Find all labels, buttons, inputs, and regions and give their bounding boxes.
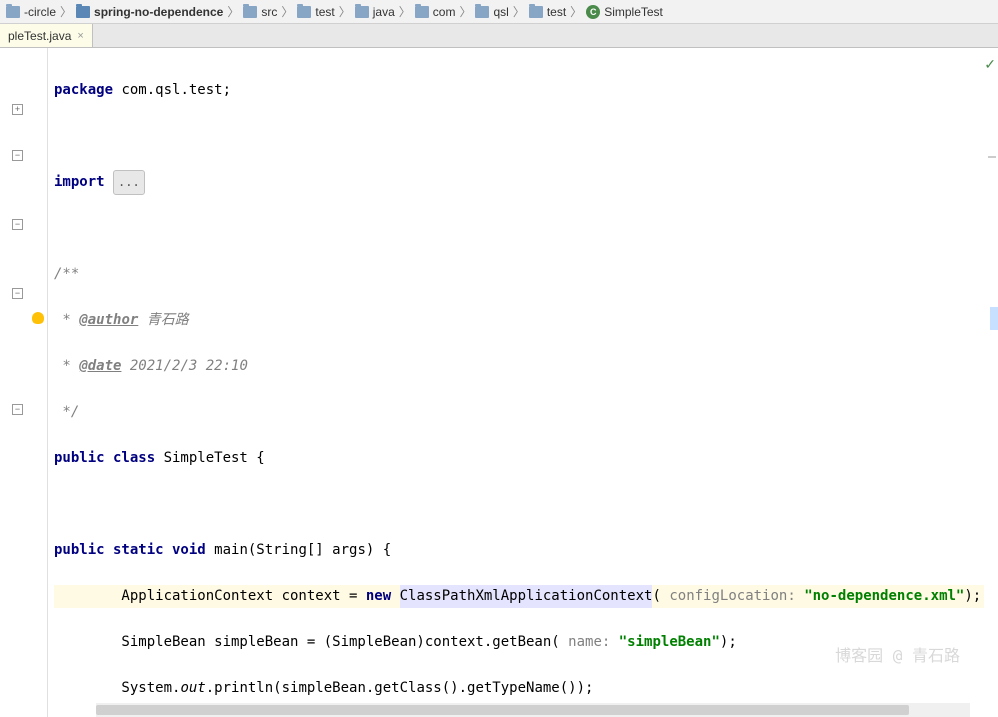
check-icon: ✓ <box>984 56 996 73</box>
horizontal-scrollbar[interactable] <box>96 703 970 717</box>
breadcrumb-sep: 〉 <box>227 3 239 20</box>
fold-placeholder[interactable]: ... <box>113 170 145 195</box>
code-kw: package <box>54 79 113 102</box>
breadcrumb-sep: 〉 <box>339 3 351 20</box>
breadcrumb-item-com[interactable]: com <box>413 5 458 19</box>
right-gutter[interactable]: ✓ <box>984 48 998 717</box>
code-text: System. <box>54 677 180 700</box>
breadcrumb-item-test[interactable]: test <box>295 5 336 19</box>
breadcrumb-label: qsl <box>493 5 508 19</box>
code-text: SimpleTest { <box>164 447 265 470</box>
code-param: configLocation: <box>661 585 804 608</box>
code-doctag: @author <box>79 309 138 332</box>
tab-simpletest[interactable]: pleTest.java × <box>0 24 93 47</box>
breadcrumb-item-class[interactable]: C SimpleTest <box>584 5 665 19</box>
code-text: ); <box>720 631 737 654</box>
code-field: out <box>180 677 205 700</box>
breadcrumb-item-java[interactable]: java <box>353 5 397 19</box>
folder-icon <box>6 6 20 18</box>
code-kw: import <box>54 171 113 194</box>
breadcrumb-sep: 〉 <box>513 3 525 20</box>
scrollbar-thumb[interactable] <box>96 705 909 715</box>
code-string: "no-dependence.xml" <box>804 585 964 608</box>
close-icon[interactable]: × <box>77 30 83 42</box>
breadcrumb-label: spring-no-dependence <box>94 5 223 19</box>
folder-icon <box>475 6 489 18</box>
code-text: com.qsl.test; <box>113 79 231 102</box>
fold-collapse-icon[interactable]: − <box>12 150 23 161</box>
editor-tabs: pleTest.java × <box>0 24 998 48</box>
code-doc: /** <box>54 263 79 286</box>
code-text: ( <box>652 585 660 608</box>
breadcrumb-item-test2[interactable]: test <box>527 5 568 19</box>
breadcrumb-item-circle[interactable]: -circle <box>4 5 58 19</box>
breadcrumb-item-src[interactable]: src <box>241 5 279 19</box>
folder-icon <box>529 6 543 18</box>
code-doctag: @date <box>79 355 121 378</box>
code-text: main(String[] args) { <box>214 539 391 562</box>
editor-area: + − − − − package com.qsl.test; import .… <box>0 48 998 717</box>
breadcrumb-label: com <box>433 5 456 19</box>
code-content[interactable]: package com.qsl.test; import ... /** * @… <box>48 48 984 717</box>
fold-expand-icon[interactable]: + <box>12 104 23 115</box>
folder-icon <box>297 6 311 18</box>
breadcrumb-item-qsl[interactable]: qsl <box>473 5 510 19</box>
folder-icon <box>415 6 429 18</box>
code-string: "simpleBean" <box>619 631 720 654</box>
watermark: 博客园 @ 青石路 <box>835 644 960 667</box>
folder-icon <box>355 6 369 18</box>
code-doc: * <box>54 309 79 332</box>
code-kw: public static void <box>54 539 214 562</box>
bulb-icon[interactable] <box>32 312 44 324</box>
breadcrumb-label: java <box>373 5 395 19</box>
fold-collapse-icon[interactable]: − <box>12 288 23 299</box>
marker-icon[interactable] <box>988 156 996 158</box>
code-class-ref: ClassPathXmlApplicationContext <box>400 585 653 608</box>
code-doc: 青石路 <box>138 309 188 332</box>
breadcrumb-label: -circle <box>24 5 56 19</box>
breadcrumb-label: SimpleTest <box>604 5 663 19</box>
breadcrumb-sep: 〉 <box>459 3 471 20</box>
folder-icon <box>243 6 257 18</box>
code-kw: new <box>366 585 400 608</box>
gutter[interactable]: + − − − − <box>0 48 48 717</box>
breadcrumb-item-spring[interactable]: spring-no-dependence <box>74 5 225 19</box>
code-text: ApplicationContext context = <box>54 585 366 608</box>
tab-label: pleTest.java <box>8 29 71 43</box>
code-doc: * <box>54 355 79 378</box>
breadcrumb-sep: 〉 <box>60 3 72 20</box>
breadcrumb-sep: 〉 <box>399 3 411 20</box>
code-text: SimpleBean simpleBean = (SimpleBean)cont… <box>54 631 560 654</box>
fold-end-icon[interactable]: − <box>12 404 23 415</box>
folder-icon <box>76 6 90 18</box>
code-doc: 2021/2/3 22:10 <box>121 355 247 378</box>
breadcrumb-sep: 〉 <box>281 3 293 20</box>
code-doc: */ <box>54 401 79 424</box>
code-param: name: <box>560 631 619 654</box>
code-text: ); <box>964 585 981 608</box>
breadcrumb-label: src <box>261 5 277 19</box>
breadcrumb-label: test <box>547 5 566 19</box>
class-icon: C <box>586 5 600 19</box>
breadcrumb: -circle 〉 spring-no-dependence 〉 src 〉 t… <box>0 0 998 24</box>
code-kw: public class <box>54 447 164 470</box>
code-text: .println(simpleBean.getClass().getTypeNa… <box>206 677 594 700</box>
fold-collapse-icon[interactable]: − <box>12 219 23 230</box>
breadcrumb-label: test <box>315 5 334 19</box>
caret-marker <box>990 307 998 330</box>
breadcrumb-sep: 〉 <box>570 3 582 20</box>
